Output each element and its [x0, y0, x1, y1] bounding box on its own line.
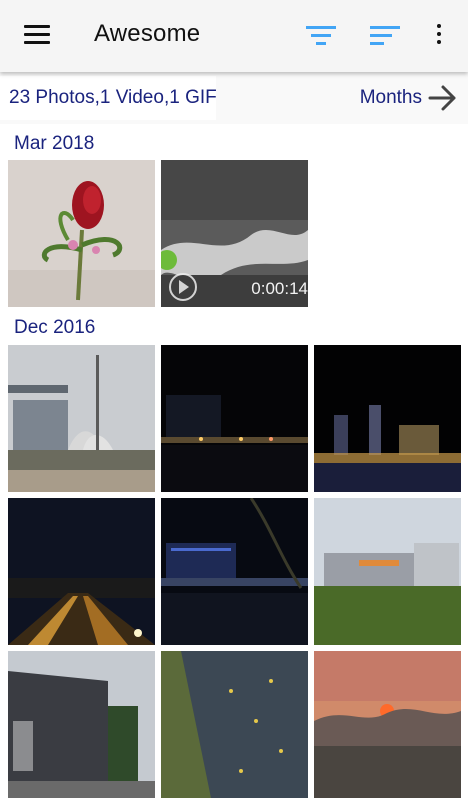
photo-thumbnail[interactable] — [314, 345, 461, 492]
menu-icon[interactable] — [24, 25, 50, 45]
photo-thumbnail[interactable] — [8, 498, 155, 645]
months-button[interactable]: Months — [360, 80, 458, 116]
section-header-mar-2018: Mar 2018 — [14, 133, 95, 154]
photo-thumbnail[interactable] — [161, 651, 308, 798]
more-vert-icon[interactable] — [434, 24, 444, 48]
arrow-right-icon — [428, 85, 456, 111]
photo-thumbnail[interactable] — [314, 651, 461, 798]
photo-thumbnail[interactable] — [8, 651, 155, 798]
photo-thumbnail[interactable] — [161, 498, 308, 645]
media-summary: 23 Photos,1 Video,1 GIF — [0, 76, 216, 120]
photo-thumbnail[interactable] — [8, 345, 155, 492]
video-duration: 0:00:14 — [251, 279, 308, 298]
play-icon — [169, 273, 197, 301]
months-label: Months — [359, 87, 422, 108]
section-header-dec-2016: Dec 2016 — [14, 317, 96, 338]
app-title: Awesome — [94, 20, 201, 47]
photo-thumbnail[interactable] — [161, 345, 308, 492]
photo-thumbnail[interactable] — [314, 498, 461, 645]
app-bar: Awesome — [0, 0, 468, 72]
sort-icon[interactable] — [370, 26, 402, 46]
filter-icon[interactable] — [306, 26, 338, 46]
photo-thumbnail[interactable] — [8, 160, 155, 307]
video-thumbnail[interactable]: 0:00:14 — [161, 160, 308, 307]
